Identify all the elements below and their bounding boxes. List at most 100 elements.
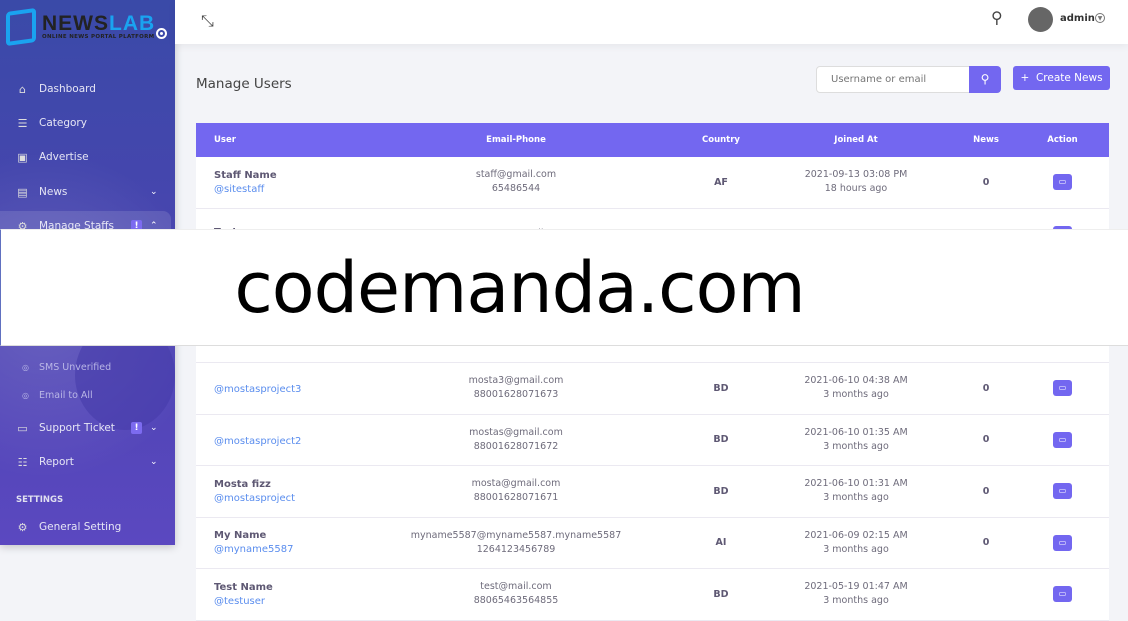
- country: BD: [713, 382, 729, 394]
- view-details-button[interactable]: ▭: [1053, 483, 1072, 500]
- country: BD: [713, 485, 729, 497]
- user-handle-link[interactable]: @testuser: [214, 596, 346, 607]
- ticket-icon: ▭: [17, 421, 28, 435]
- menu-icon: ☰: [17, 116, 28, 130]
- view-details-button[interactable]: ▭: [1053, 431, 1072, 448]
- list-icon: ☷: [17, 455, 28, 469]
- sidebar-toggle[interactable]: [156, 28, 167, 39]
- sidebar-item-category[interactable]: ☰ Category: [0, 108, 175, 138]
- user-handle-link[interactable]: @mostasproject3: [214, 384, 346, 395]
- table-header: User Email-Phone Country Joined At News …: [196, 123, 1109, 157]
- section-label-settings: SETTINGS: [16, 495, 64, 505]
- joined-date: 2021-06-09 02:15 AM: [804, 529, 908, 541]
- circle-icon: ◎: [22, 391, 29, 400]
- sidebar-item-report[interactable]: ☷ Report ⌄: [0, 447, 175, 477]
- avatar[interactable]: [1028, 7, 1053, 32]
- joined-date: 2021-06-10 04:38 AM: [804, 375, 908, 387]
- user-handle-link[interactable]: @mostasproject: [214, 493, 346, 504]
- phone: 88001628071671: [473, 492, 559, 504]
- joined-date: 2021-09-13 03:08 PM: [804, 169, 908, 181]
- sidebar-item-dashboard[interactable]: ⌂ Dashboard: [0, 74, 175, 104]
- joined-date: 2021-06-10 01:35 AM: [804, 426, 908, 438]
- phone: 88001628071672: [473, 440, 559, 452]
- chevron-down-icon[interactable]: ▼: [1095, 13, 1105, 23]
- joined-ago: 3 months ago: [823, 389, 889, 401]
- user-name: Staff Name: [214, 169, 277, 181]
- country: BD: [713, 588, 729, 600]
- sidebar-item-news[interactable]: ▤ News ⌄: [0, 177, 175, 207]
- joined-ago: 18 hours ago: [824, 183, 888, 195]
- topbar: ⤡ ⚲ admin ▼: [175, 0, 1128, 44]
- news-count: 0: [982, 382, 990, 394]
- user-handle-link[interactable]: @mostasproject2: [214, 436, 346, 447]
- joined-date: 2021-05-19 01:47 AM: [804, 581, 908, 593]
- user-name: Test Name: [214, 581, 273, 593]
- view-details-button[interactable]: ▭: [1053, 174, 1072, 191]
- email: myname5587@myname5587.myname5587: [410, 529, 622, 541]
- table-row: My Name @myname5587 myname5587@myname5587…: [196, 517, 1109, 569]
- phone: 65486544: [491, 183, 541, 195]
- search-icon[interactable]: ⚲: [991, 8, 1003, 27]
- news-count: 0: [982, 485, 990, 497]
- chevron-down-icon[interactable]: ⌄: [150, 423, 158, 433]
- search-icon: ⚲: [980, 72, 990, 86]
- phone: 88001628071673: [473, 389, 559, 401]
- user-name[interactable]: admin: [1060, 13, 1095, 24]
- phone: 1264123456789: [476, 543, 556, 555]
- monitor-icon: ▭: [1058, 486, 1067, 496]
- user-handle-link[interactable]: @myname5587: [214, 544, 346, 555]
- watermark: codemanda.com: [0, 229, 1128, 346]
- user-handle-link[interactable]: @sitestaff: [214, 184, 346, 195]
- email: staff@gmail.com: [475, 169, 557, 181]
- news-count: 0: [982, 537, 990, 549]
- table-row: @mostasproject3 mosta3@gmail.com 88001628…: [196, 363, 1109, 415]
- joined-ago: 3 months ago: [823, 492, 889, 504]
- email: test@mail.com: [480, 581, 552, 593]
- monitor-icon: ▭: [1058, 537, 1067, 547]
- ad-icon: ▣: [17, 150, 28, 164]
- joined-ago: 3 months ago: [823, 543, 889, 555]
- view-details-button[interactable]: ▭: [1053, 534, 1072, 551]
- home-icon: ⌂: [19, 82, 26, 96]
- chevron-down-icon[interactable]: ⌄: [150, 187, 158, 197]
- collapse-icon[interactable]: ⤡: [201, 11, 214, 31]
- sidebar-subitem-sms-unverified[interactable]: ◎ SMS Unverified: [22, 362, 111, 373]
- newspaper-icon: ▤: [17, 185, 28, 199]
- news-count: 0: [982, 434, 990, 446]
- alert-badge: !: [131, 422, 142, 434]
- user-name: Mosta fizz: [214, 478, 271, 490]
- circle-icon: ◎: [22, 363, 29, 372]
- chevron-down-icon[interactable]: ⌄: [150, 457, 158, 467]
- sidebar-item-support-ticket[interactable]: ▭ Support Ticket! ⌄: [0, 413, 175, 443]
- user-name: My Name: [214, 530, 267, 542]
- joined-ago: 3 months ago: [823, 440, 889, 452]
- country: BD: [713, 434, 729, 446]
- logo[interactable]: NEWSLAB ONLINE NEWS PORTAL PLATFORM: [6, 7, 155, 47]
- monitor-icon: ▭: [1058, 434, 1067, 444]
- search-button[interactable]: ⚲: [969, 66, 1001, 93]
- joined-date: 2021-06-10 01:31 AM: [804, 478, 908, 490]
- sidebar-item-general-setting[interactable]: ⚙ General Setting: [0, 512, 175, 542]
- sidebar-item-advertise[interactable]: ▣ Advertise: [0, 142, 175, 172]
- phone: 88065463564855: [473, 595, 559, 607]
- news-count: 0: [982, 176, 990, 188]
- email: mosta3@gmail.com: [468, 375, 564, 387]
- settings-icon: ⚙: [17, 520, 28, 534]
- email: mostas@gmail.com: [469, 426, 563, 438]
- monitor-icon: ▭: [1058, 383, 1067, 393]
- table-row: Staff Name @sitestaff staff@gmail.com 6548…: [196, 157, 1109, 209]
- country: AI: [715, 537, 727, 549]
- email: mosta@gmail.com: [471, 478, 561, 490]
- create-news-button[interactable]: + Create News: [1013, 66, 1110, 90]
- logo-icon: [6, 7, 36, 47]
- search-input[interactable]: [816, 66, 970, 93]
- table-row: Mosta fizz @mostasproject mosta@gmail.com…: [196, 466, 1109, 518]
- users-table: User Email-Phone Country Joined At News …: [196, 123, 1109, 621]
- table-row: @mostasproject2 mostas@gmail.com 88001628…: [196, 414, 1109, 466]
- table-row: Test Name @testuser test@mail.com 88065463…: [196, 569, 1109, 621]
- view-details-button[interactable]: ▭: [1053, 380, 1072, 397]
- monitor-icon: ▭: [1058, 177, 1067, 187]
- monitor-icon: ▭: [1058, 589, 1067, 599]
- sidebar-subitem-email-to-all[interactable]: ◎ Email to All: [22, 390, 93, 401]
- view-details-button[interactable]: ▭: [1053, 586, 1072, 603]
